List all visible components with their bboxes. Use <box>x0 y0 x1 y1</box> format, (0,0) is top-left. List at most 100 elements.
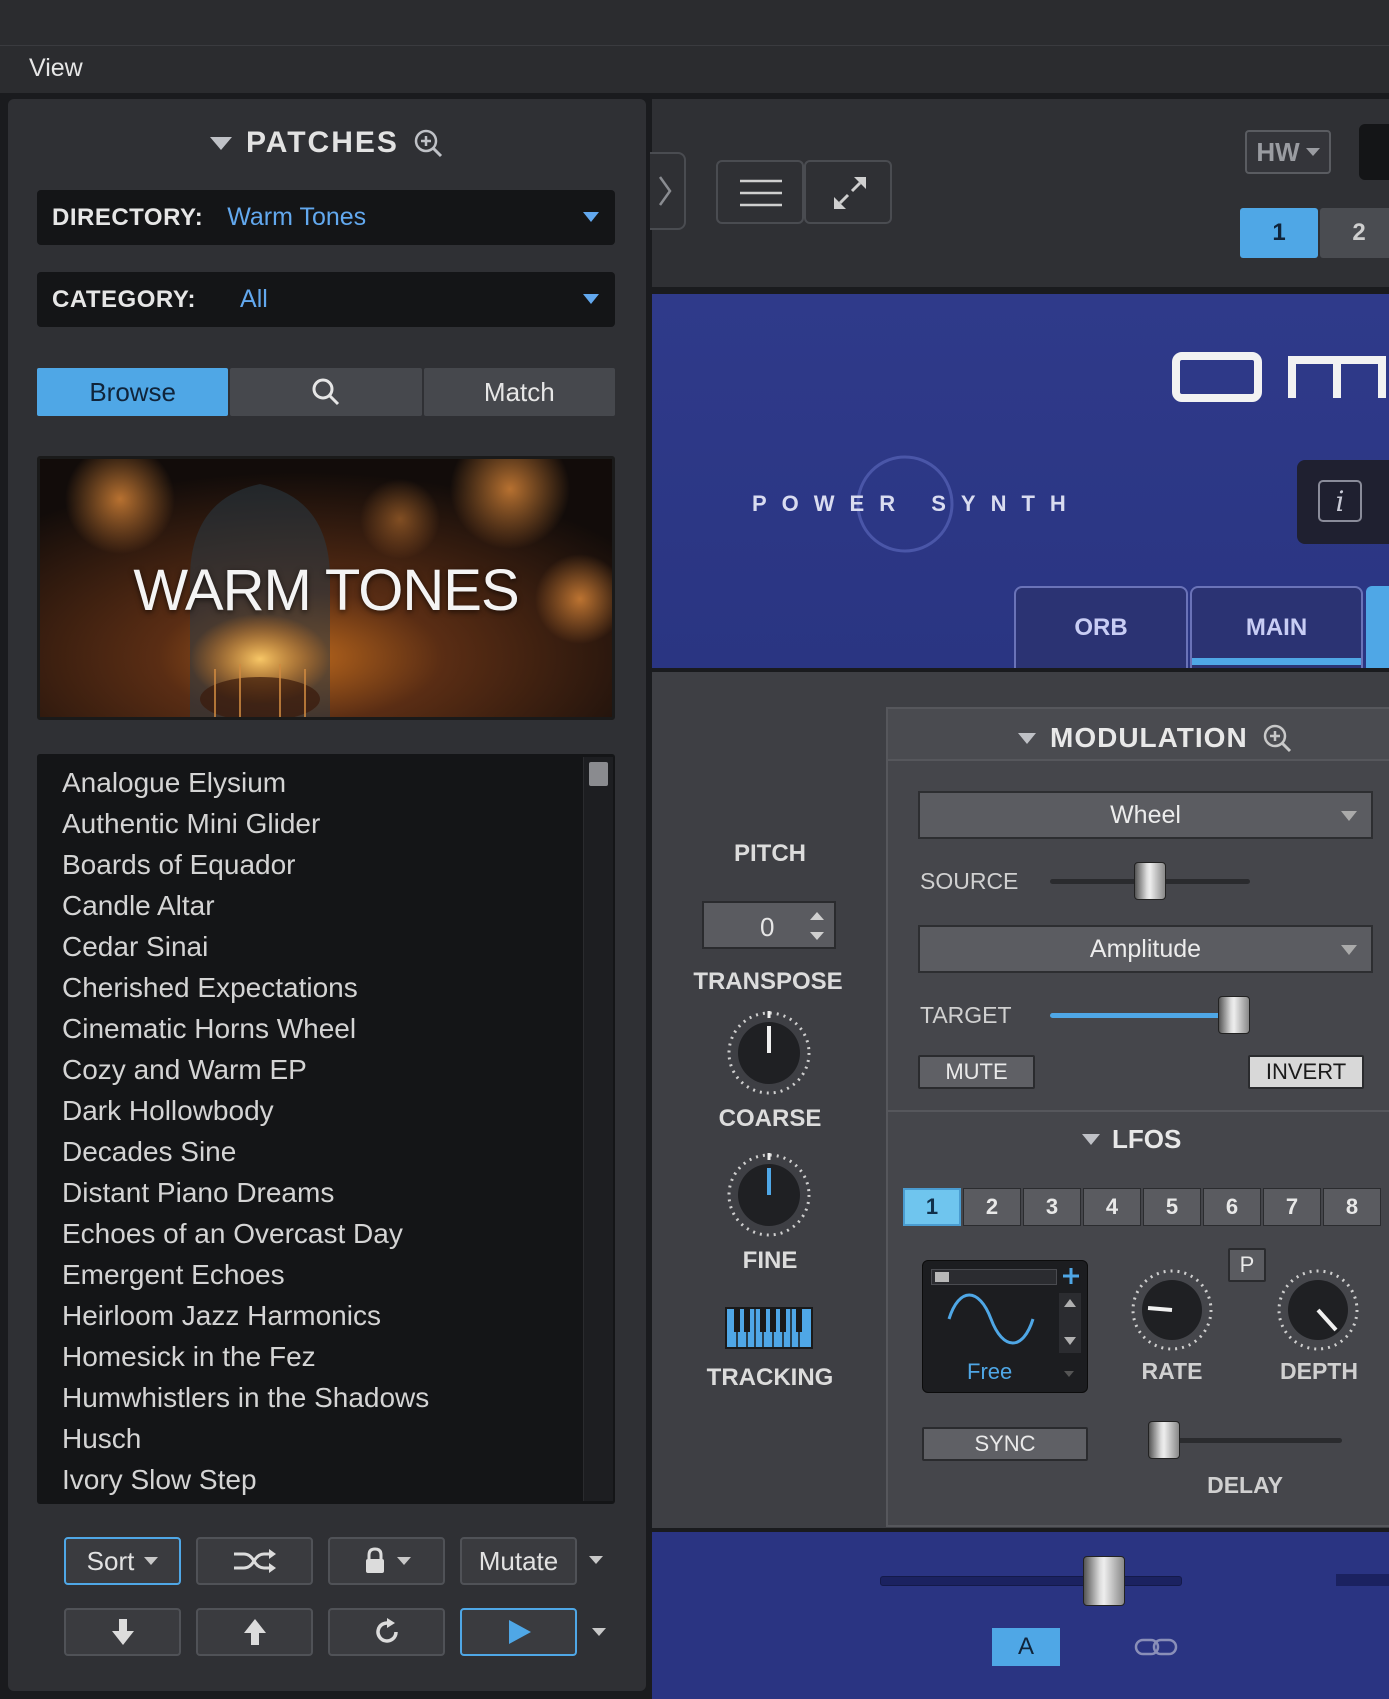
menu-button[interactable] <box>716 160 804 224</box>
list-item[interactable]: Candle Altar <box>62 885 429 926</box>
transpose-stepper[interactable]: 0 <box>702 901 836 949</box>
lfo-tab-1[interactable]: 1 <box>903 1188 961 1226</box>
tab-main[interactable]: MAIN <box>1190 586 1363 668</box>
list-item[interactable]: Analogue Elysium <box>62 762 429 803</box>
chevron-down-icon <box>144 1557 159 1565</box>
lfo-tab-5[interactable]: 5 <box>1143 1188 1201 1226</box>
reload-button[interactable] <box>328 1608 445 1656</box>
list-item[interactable]: Heirloom Jazz Harmonics <box>62 1295 429 1336</box>
list-item[interactable]: Cedar Sinai <box>62 926 429 967</box>
collapse-icon[interactable] <box>1082 1134 1100 1145</box>
tab-browse[interactable]: Browse <box>37 368 229 416</box>
add-icon[interactable] <box>1061 1266 1081 1286</box>
part-tab-1[interactable]: 1 <box>1240 208 1318 258</box>
bottom-slider-edge[interactable] <box>1336 1574 1389 1586</box>
source-label: SOURCE <box>920 868 1019 894</box>
list-item[interactable]: Echoes of an Overcast Day <box>62 1213 429 1254</box>
zoom-in-icon[interactable] <box>1262 723 1292 753</box>
part-tab-2[interactable]: 2 <box>1320 208 1389 258</box>
patch-list[interactable]: Analogue Elysium Authentic Mini Glider Boa… <box>37 754 615 1504</box>
list-item[interactable]: Dark Hollowbody <box>62 1090 429 1131</box>
play-options-icon[interactable] <box>592 1628 606 1636</box>
keyboard-tracking-icon[interactable] <box>725 1307 813 1349</box>
lfo-tab-3[interactable]: 3 <box>1023 1188 1081 1226</box>
play-button[interactable] <box>460 1608 577 1656</box>
patch-list-scrollbar[interactable] <box>583 757 613 1501</box>
sync-button[interactable]: SYNC <box>922 1427 1088 1461</box>
shuffle-button[interactable] <box>196 1537 313 1585</box>
directory-banner: WARM TONES <box>37 456 615 720</box>
tab-orb[interactable]: ORB <box>1014 586 1188 668</box>
tab-next[interactable] <box>1366 586 1389 668</box>
search-icon <box>312 378 340 406</box>
collapse-icon[interactable] <box>1018 732 1036 744</box>
sort-button[interactable]: Sort <box>64 1537 181 1585</box>
balance-slider-track[interactable] <box>880 1576 1182 1586</box>
list-item[interactable]: Homesick in the Fez <box>62 1336 429 1377</box>
target-slider-thumb[interactable] <box>1218 996 1250 1034</box>
rate-knob[interactable] <box>1130 1268 1214 1352</box>
list-item[interactable]: Decades Sine <box>62 1131 429 1172</box>
list-item[interactable]: Humwhistlers in the Shadows <box>62 1377 429 1418</box>
lfo-tab-4[interactable]: 4 <box>1083 1188 1141 1226</box>
next-patch-button[interactable] <box>64 1608 181 1656</box>
balance-slider-thumb[interactable] <box>1083 1556 1125 1606</box>
list-item[interactable]: Cozy and Warm EP <box>62 1049 429 1090</box>
banner-title: WARM TONES <box>133 558 519 623</box>
lfo-wave-display[interactable]: Free <box>922 1260 1088 1393</box>
category-select[interactable]: CATEGORY: All <box>37 272 615 327</box>
directory-select[interactable]: DIRECTORY: Warm Tones <box>37 190 615 245</box>
list-item[interactable]: Cinematic Horns Wheel <box>62 1008 429 1049</box>
lfo-tab-2[interactable]: 2 <box>963 1188 1021 1226</box>
target-dropdown[interactable]: Amplitude <box>918 925 1373 973</box>
list-item[interactable]: Boards of Equador <box>62 844 429 885</box>
depth-knob[interactable] <box>1276 1268 1360 1352</box>
mutate-options-icon[interactable] <box>589 1556 603 1564</box>
invert-button[interactable]: INVERT <box>1248 1055 1364 1089</box>
layer-a-button[interactable]: A <box>992 1628 1060 1666</box>
hw-select[interactable]: HW <box>1245 130 1331 174</box>
zoom-in-icon[interactable] <box>413 128 443 158</box>
fine-knob[interactable] <box>726 1152 812 1238</box>
lfo-mode[interactable]: Free <box>967 1359 1012 1385</box>
lfo-p-button[interactable]: P <box>1228 1248 1266 1282</box>
list-item[interactable]: Emergent Echoes <box>62 1254 429 1295</box>
source-dropdown[interactable]: Wheel <box>918 791 1373 839</box>
list-item[interactable]: Husch <box>62 1418 429 1459</box>
arrow-up-icon <box>243 1619 266 1645</box>
lock-button[interactable] <box>328 1537 445 1585</box>
hamburger-icon <box>740 179 782 207</box>
fullscreen-button[interactable] <box>804 160 892 224</box>
brand-subtitle: POWER SYNTH <box>752 491 1081 516</box>
mutate-button[interactable]: Mutate <box>460 1537 577 1585</box>
scroll-thumb[interactable] <box>589 762 608 786</box>
link-icon[interactable] <box>1134 1636 1178 1658</box>
coarse-knob[interactable] <box>726 1010 812 1096</box>
list-item[interactable]: Authentic Mini Glider <box>62 803 429 844</box>
directory-label: DIRECTORY: <box>52 203 204 231</box>
delay-slider-thumb[interactable] <box>1148 1421 1180 1459</box>
lfo-tab-7[interactable]: 7 <box>1263 1188 1321 1226</box>
source-slider-thumb[interactable] <box>1134 862 1166 900</box>
tab-match[interactable]: Match <box>423 368 615 416</box>
pitch-title: PITCH <box>734 840 806 867</box>
list-item[interactable]: Ivory Slow Step <box>62 1459 429 1500</box>
om-logo <box>1172 352 1386 402</box>
expand-panel-button[interactable] <box>650 152 686 230</box>
tab-search[interactable] <box>230 368 422 416</box>
menu-view[interactable]: View <box>29 54 83 83</box>
lfo-tab-8[interactable]: 8 <box>1323 1188 1381 1226</box>
stepper-arrows-icon[interactable] <box>808 908 826 944</box>
lfo-tab-6[interactable]: 6 <box>1203 1188 1261 1226</box>
previous-patch-button[interactable] <box>196 1608 313 1656</box>
depth-label: DEPTH <box>1280 1358 1358 1384</box>
list-item[interactable]: Cherished Expectations <box>62 967 429 1008</box>
list-item[interactable]: Distant Piano Dreams <box>62 1172 429 1213</box>
wave-stepper-icon[interactable] <box>1059 1293 1081 1353</box>
collapse-icon[interactable] <box>210 136 232 150</box>
header-control[interactable] <box>1359 124 1389 180</box>
delay-label: DELAY <box>1207 1472 1283 1498</box>
mute-button[interactable]: MUTE <box>918 1055 1035 1089</box>
fine-label: FINE <box>742 1247 798 1274</box>
info-button[interactable]: i <box>1297 460 1389 544</box>
